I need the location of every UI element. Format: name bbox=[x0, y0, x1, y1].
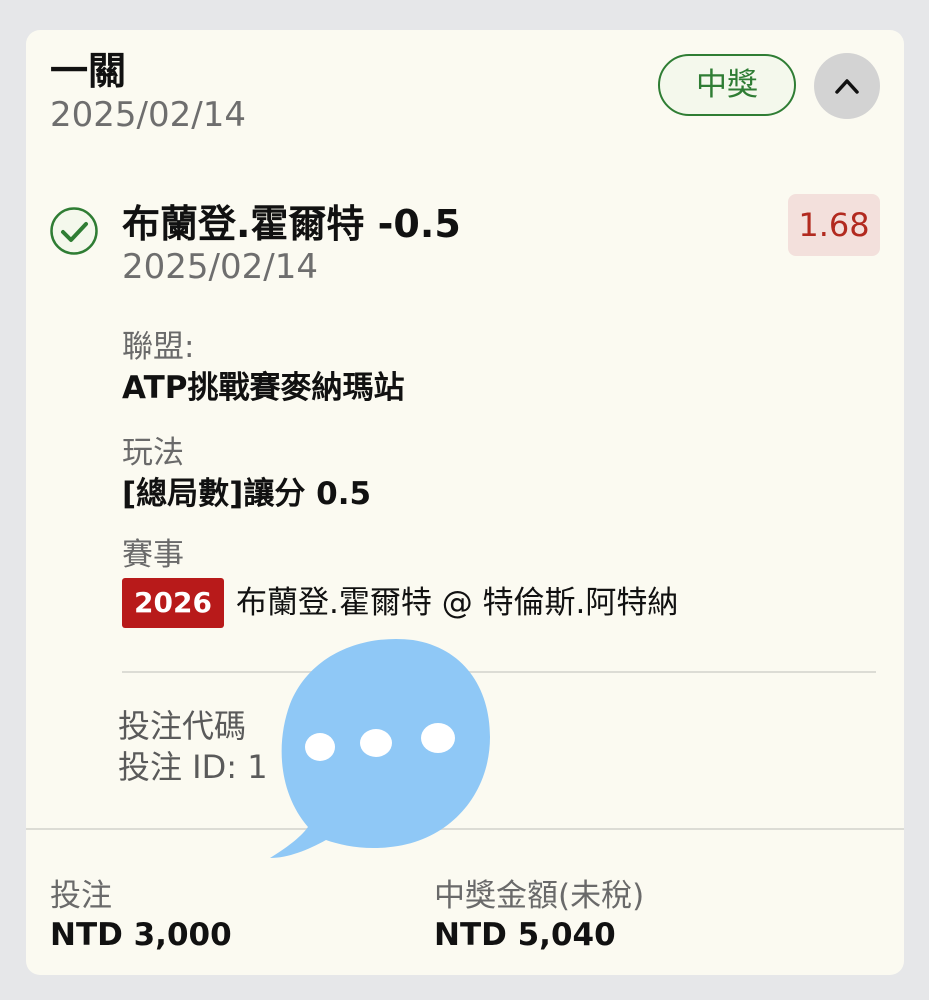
chevron-up-icon bbox=[835, 79, 859, 94]
payout-value: NTD 5,040 bbox=[434, 917, 616, 953]
collapse-button[interactable] bbox=[814, 53, 880, 119]
selection-date: 2025/02/14 bbox=[122, 247, 318, 287]
league-label: 聯盟: bbox=[122, 329, 195, 365]
bet-code-label: 投注代碼 bbox=[118, 707, 247, 745]
check-circle-icon bbox=[50, 207, 98, 255]
odds-badge: 1.68 bbox=[788, 194, 880, 256]
event-year-badge: 2026 bbox=[122, 578, 224, 628]
bet-date: 2025/02/14 bbox=[50, 95, 246, 135]
event-row: 2026 布蘭登.霍爾特 @ 特倫斯.阿特納 bbox=[122, 578, 678, 630]
bet-id: 投注 ID: 1 bbox=[118, 748, 268, 786]
bet-type-title: 一關 bbox=[50, 49, 127, 93]
market-value: [總局數]讓分 0.5 bbox=[122, 476, 372, 512]
payout-label: 中獎金額(未稅) bbox=[434, 878, 645, 914]
league-value: ATP挑戰賽麥納瑪站 bbox=[122, 370, 405, 406]
selection-name: 布蘭登.霍爾特 -0.5 bbox=[122, 202, 461, 246]
divider bbox=[122, 671, 876, 673]
chat-bubble-icon[interactable] bbox=[268, 632, 494, 860]
status-badge: 中獎 bbox=[658, 54, 796, 116]
event-match: 布蘭登.霍爾特 @ 特倫斯.阿特納 bbox=[236, 585, 679, 621]
event-label: 賽事 bbox=[122, 537, 184, 573]
market-label: 玩法 bbox=[122, 435, 184, 471]
stake-label: 投注 bbox=[50, 878, 112, 914]
stake-value: NTD 3,000 bbox=[50, 917, 232, 953]
